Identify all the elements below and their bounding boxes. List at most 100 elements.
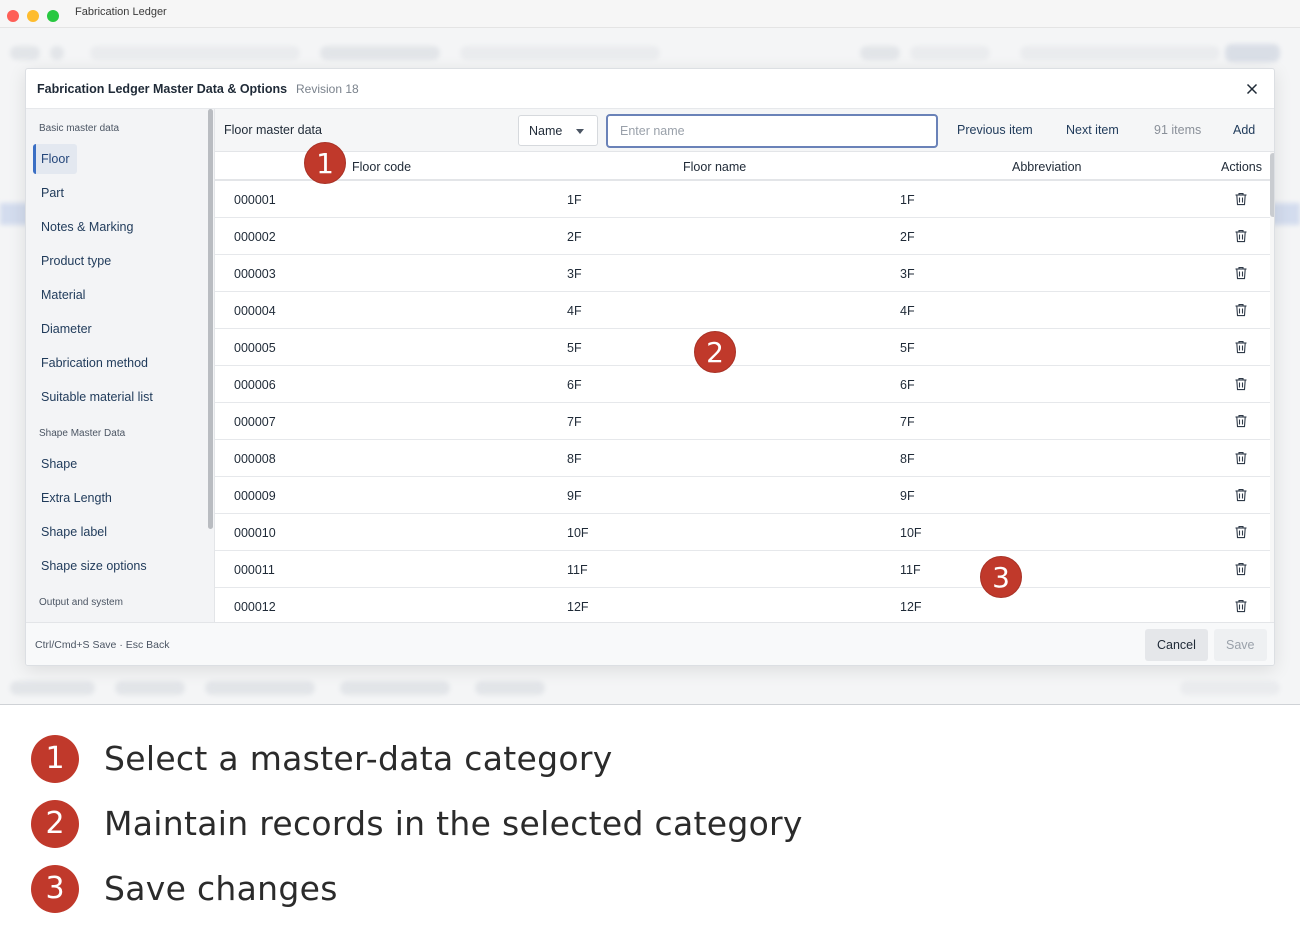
trash-icon	[1235, 452, 1247, 465]
sidebar-group-basic: Basic master data	[39, 123, 120, 134]
column-floor-code[interactable]: Floor code	[352, 160, 411, 174]
table-row[interactable]: 000007 7F 7F	[215, 403, 1270, 440]
trash-icon	[1235, 526, 1247, 539]
cell-floor-name: 6F	[567, 378, 582, 392]
search-input[interactable]	[606, 114, 938, 148]
sidebar-item-diameter[interactable]: Diameter	[33, 314, 100, 344]
cancel-button[interactable]: Cancel	[1145, 629, 1208, 661]
cell-floor-name: 5F	[567, 341, 582, 355]
trash-icon	[1235, 304, 1247, 317]
legend-text-2: Maintain records in the selected categor…	[104, 804, 803, 843]
column-abbreviation[interactable]: Abbreviation	[1012, 160, 1082, 174]
delete-row-button[interactable]	[1233, 191, 1249, 207]
cell-abbreviation: 10F	[900, 526, 922, 540]
cell-abbreviation: 8F	[900, 452, 915, 466]
sidebar-item-shape[interactable]: Shape	[33, 449, 85, 479]
legend-badge-3: 3	[31, 865, 79, 913]
delete-row-button[interactable]	[1233, 450, 1249, 466]
cell-abbreviation: 3F	[900, 267, 915, 281]
sidebar-item-product-type[interactable]: Product type	[33, 246, 119, 276]
legend-item-3: 3 Save changes	[0, 865, 1300, 917]
add-button[interactable]: Add	[1233, 123, 1255, 137]
delete-row-button[interactable]	[1233, 228, 1249, 244]
trash-icon	[1235, 378, 1247, 391]
search-field-select-value: Name	[529, 124, 563, 138]
delete-row-button[interactable]	[1233, 413, 1249, 429]
delete-row-button[interactable]	[1233, 339, 1249, 355]
callout-badge-1: 1	[304, 142, 346, 184]
search-field-select[interactable]: Name	[518, 115, 598, 146]
cell-floor-code: 000008	[234, 452, 276, 466]
table-row[interactable]: 000002 2F 2F	[215, 218, 1270, 255]
table-row[interactable]: 000008 8F 8F	[215, 440, 1270, 477]
callout-badge-3: 3	[980, 556, 1022, 598]
cell-abbreviation: 2F	[900, 230, 915, 244]
cell-floor-code: 000006	[234, 378, 276, 392]
master-data-dialog: Fabrication Ledger Master Data & Options…	[25, 68, 1275, 666]
cell-floor-name: 9F	[567, 489, 582, 503]
sidebar-item-shape-label[interactable]: Shape label	[33, 517, 115, 547]
sidebar-item-notes-marking[interactable]: Notes & Marking	[33, 212, 141, 242]
sidebar-item-material[interactable]: Material	[33, 280, 93, 310]
table-scrollbar[interactable]	[1270, 153, 1274, 217]
trash-icon	[1235, 600, 1247, 613]
item-count: 91 items	[1154, 123, 1202, 137]
delete-row-button[interactable]	[1233, 265, 1249, 281]
window-titlebar: Fabrication Ledger	[0, 0, 1300, 28]
cell-floor-name: 7F	[567, 415, 582, 429]
delete-row-button[interactable]	[1233, 487, 1249, 503]
cell-floor-name: 3F	[567, 267, 582, 281]
delete-row-button[interactable]	[1233, 376, 1249, 392]
delete-row-button[interactable]	[1233, 561, 1249, 577]
dialog-header: Fabrication Ledger Master Data & Options…	[26, 69, 1274, 109]
window-zoom-control[interactable]	[47, 10, 59, 22]
table-row[interactable]: 000011 11F 11F	[215, 551, 1270, 588]
window-minimize-control[interactable]	[27, 10, 39, 22]
table-scroll-track	[1270, 152, 1274, 622]
cell-floor-code: 000009	[234, 489, 276, 503]
sidebar-item-part[interactable]: Part	[33, 178, 72, 208]
trash-icon	[1235, 193, 1247, 206]
legend-item-1: 1 Select a master-data category	[0, 735, 1300, 787]
sidebar-item-extra-length[interactable]: Extra Length	[33, 483, 120, 513]
sidebar-item-floor[interactable]: Floor	[33, 144, 78, 174]
legend-text-1: Select a master-data category	[104, 739, 613, 778]
delete-row-button[interactable]	[1233, 524, 1249, 540]
delete-row-button[interactable]	[1233, 302, 1249, 318]
table-row[interactable]: 000006 6F 6F	[215, 366, 1270, 403]
previous-item-button[interactable]: Previous item	[957, 123, 1033, 137]
cell-floor-code: 000004	[234, 304, 276, 318]
cell-abbreviation: 7F	[900, 415, 915, 429]
cell-floor-code: 000010	[234, 526, 276, 540]
table-row[interactable]: 000005 5F 5F	[215, 329, 1270, 366]
save-button[interactable]: Save	[1214, 629, 1267, 661]
table-row[interactable]: 000009 9F 9F	[215, 477, 1270, 514]
sidebar-item-fabrication-method[interactable]: Fabrication method	[33, 348, 156, 378]
table-row[interactable]: 000001 1F 1F	[215, 181, 1270, 218]
sidebar-item-suitable-material-list[interactable]: Suitable material list	[33, 382, 161, 412]
window-title: Fabrication Ledger	[75, 6, 167, 18]
cell-floor-name: 4F	[567, 304, 582, 318]
cell-floor-name: 10F	[567, 526, 589, 540]
column-floor-name[interactable]: Floor name	[683, 160, 746, 174]
next-item-button[interactable]: Next item	[1066, 123, 1119, 137]
cell-abbreviation: 9F	[900, 489, 915, 503]
close-icon	[1246, 83, 1258, 95]
cell-floor-code: 000003	[234, 267, 276, 281]
cell-abbreviation: 4F	[900, 304, 915, 318]
window-close-control[interactable]	[7, 10, 19, 22]
table-row[interactable]: 000004 4F 4F	[215, 292, 1270, 329]
revision-label: Revision 18	[296, 82, 359, 96]
trash-icon	[1235, 415, 1247, 428]
chevron-down-icon	[576, 129, 584, 134]
table-row[interactable]: 000010 10F 10F	[215, 514, 1270, 551]
table-row[interactable]: 000003 3F 3F	[215, 255, 1270, 292]
sidebar-scrollbar[interactable]	[208, 109, 213, 529]
delete-row-button[interactable]	[1233, 598, 1249, 614]
close-button[interactable]	[1242, 79, 1262, 99]
table-row[interactable]: 000012 12F 12F	[215, 588, 1270, 622]
dialog-title: Fabrication Ledger Master Data & Options	[37, 82, 288, 96]
trash-icon	[1235, 230, 1247, 243]
trash-icon	[1235, 341, 1247, 354]
sidebar-item-shape-size-options[interactable]: Shape size options	[33, 551, 155, 581]
